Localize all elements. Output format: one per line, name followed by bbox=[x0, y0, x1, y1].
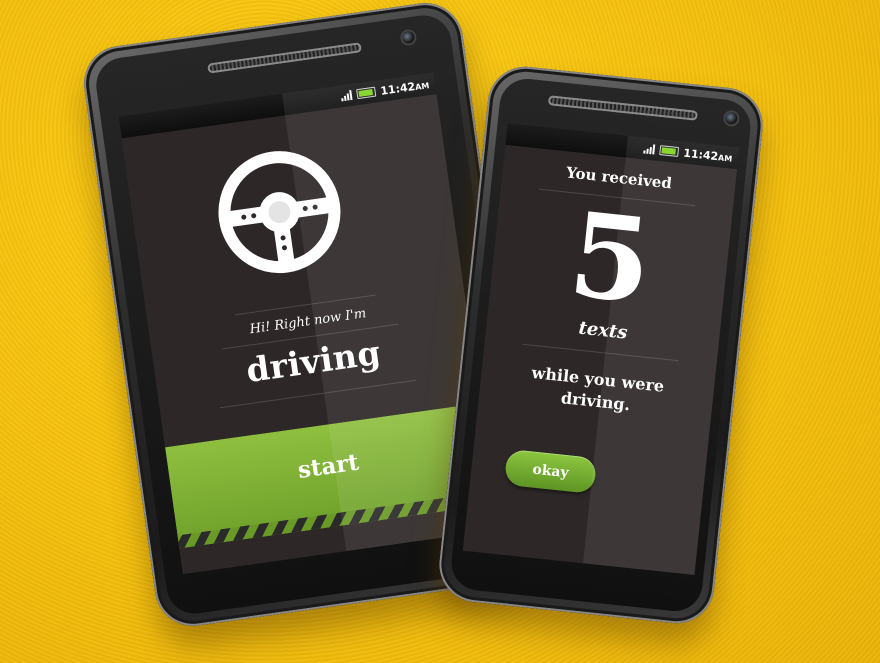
status-time: 11:42AM bbox=[379, 79, 430, 98]
text-count: 5 bbox=[563, 186, 658, 331]
steering-wheel-icon bbox=[218, 151, 341, 274]
signal-icon bbox=[643, 143, 656, 155]
okay-button[interactable]: okay bbox=[503, 448, 598, 495]
screen-driving-mode: 11:42AM Hi! Right now I'm driving start bbox=[118, 72, 498, 575]
phone-right: 11:42AM You received 5 texts while you w… bbox=[435, 63, 767, 627]
screen-summary: 11:42AM You received 5 texts while you w… bbox=[462, 123, 740, 576]
signal-icon bbox=[340, 89, 353, 102]
battery-icon bbox=[659, 145, 679, 158]
status-ampm: AM bbox=[414, 80, 430, 92]
status-ampm: AM bbox=[717, 152, 733, 164]
start-label: start bbox=[296, 448, 361, 484]
okay-label: okay bbox=[531, 461, 570, 482]
battery-icon bbox=[355, 86, 377, 100]
status-time: 11:42AM bbox=[682, 146, 733, 164]
